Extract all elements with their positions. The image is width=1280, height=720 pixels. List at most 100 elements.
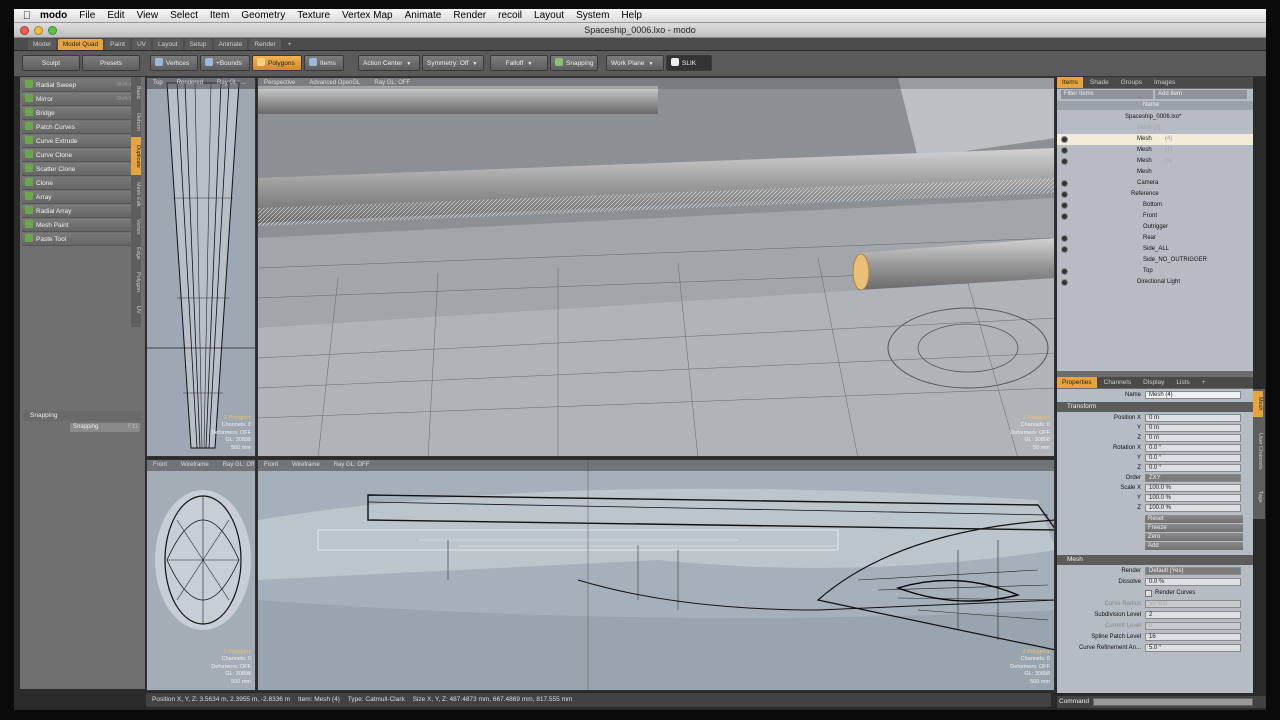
name-column-header[interactable]: Name bbox=[1057, 101, 1253, 110]
raygl-dropdown[interactable]: Ray GL: OFF bbox=[334, 462, 370, 468]
tab-edge[interactable]: Edge bbox=[131, 242, 141, 264]
view-type-dropdown[interactable]: Front bbox=[153, 462, 167, 468]
tab-polygon[interactable]: Polygon bbox=[131, 265, 141, 299]
tool-curve-clone[interactable]: Curve Clone bbox=[22, 149, 136, 162]
menu-geometry[interactable]: Geometry bbox=[241, 10, 285, 21]
tool-radial-sweep[interactable]: Radial Sweep Shift-A bbox=[22, 79, 136, 92]
dissolve-field[interactable]: 0.0 % bbox=[1145, 578, 1241, 586]
spline-patch-level-field[interactable]: 16 bbox=[1145, 633, 1241, 641]
shading-dropdown[interactable]: Wireframe bbox=[181, 462, 209, 468]
add-button[interactable]: Add bbox=[1145, 542, 1243, 550]
tab-uv[interactable]: UV bbox=[131, 300, 141, 320]
visibility-eye-icon[interactable] bbox=[1061, 136, 1068, 143]
tab-paint[interactable]: Paint bbox=[105, 39, 130, 50]
tree-item[interactable]: Rear bbox=[1057, 233, 1253, 244]
tree-item[interactable]: Side_ALL bbox=[1057, 244, 1253, 255]
tool-radial-array[interactable]: Radial Array bbox=[22, 205, 136, 218]
tab-display[interactable]: Display bbox=[1138, 377, 1169, 388]
tree-item[interactable]: Top bbox=[1057, 266, 1253, 277]
command-input[interactable] bbox=[1093, 698, 1253, 706]
raygl-dropdown[interactable]: Ray GL: OFF bbox=[374, 80, 410, 86]
view-type-dropdown[interactable]: Front bbox=[264, 462, 278, 468]
tree-item[interactable]: Mesh (4) bbox=[1057, 134, 1253, 145]
tool-bridge[interactable]: Bridge bbox=[22, 107, 136, 120]
tab-groups[interactable]: Groups bbox=[1116, 77, 1147, 88]
tool-mirror[interactable]: Mirror Shift-V bbox=[22, 93, 136, 106]
tab-setup[interactable]: Setup bbox=[184, 39, 212, 50]
sculpt-button[interactable]: Sculpt bbox=[22, 55, 80, 71]
tab-deform[interactable]: Deform bbox=[131, 108, 141, 136]
add-tab-button[interactable]: + bbox=[283, 39, 297, 50]
rotation-z-field[interactable]: 0.0 ° bbox=[1145, 464, 1241, 472]
add-item-dropdown[interactable]: Add Item bbox=[1155, 90, 1247, 99]
tree-item[interactable]: Mesh bbox=[1057, 167, 1253, 178]
menu-system[interactable]: System bbox=[576, 10, 609, 21]
tab-user-channels[interactable]: User Channels bbox=[1253, 419, 1263, 483]
menu-vertex-map[interactable]: Vertex Map bbox=[342, 10, 393, 21]
menu-texture[interactable]: Texture bbox=[297, 10, 330, 21]
visibility-eye-icon[interactable] bbox=[1061, 158, 1068, 165]
tree-item[interactable]: Mesh (3) bbox=[1057, 156, 1253, 167]
vertices-mode-button[interactable]: Vertices bbox=[150, 55, 198, 71]
view-type-dropdown[interactable]: Perspective bbox=[264, 80, 295, 86]
position-z-field[interactable]: 0 m bbox=[1145, 434, 1241, 442]
menu-animate[interactable]: Animate bbox=[405, 10, 442, 21]
curve-refinement-field[interactable]: 5.0 ° bbox=[1145, 644, 1241, 652]
bounds-mode-button[interactable]: +Bounds bbox=[200, 55, 250, 71]
render-dropdown[interactable]: Default (Yes) bbox=[1145, 567, 1241, 575]
tab-tags[interactable]: Tags bbox=[1253, 485, 1263, 509]
app-name-menu[interactable]: modo bbox=[40, 10, 67, 21]
viewport-front[interactable]: Front Wireframe Ray GL: OFF 2 Polygons Cha… bbox=[257, 459, 1055, 691]
slik-button[interactable]: SLIK bbox=[666, 55, 712, 71]
tab-uv[interactable]: UV bbox=[131, 39, 151, 50]
scale-x-field[interactable]: 100.0 % bbox=[1145, 484, 1241, 492]
visibility-eye-icon[interactable] bbox=[1061, 279, 1068, 286]
name-field[interactable]: Mesh (4) bbox=[1145, 391, 1241, 399]
viewport-top[interactable]: Top Rendered Ray GL: ... 2 Polygons Channe… bbox=[146, 77, 256, 457]
visibility-eye-icon[interactable] bbox=[1061, 191, 1068, 198]
subdivision-level-field[interactable]: 2 bbox=[1145, 611, 1241, 619]
menu-recoil[interactable]: recoil bbox=[498, 10, 522, 21]
tree-item[interactable]: Reference bbox=[1057, 189, 1253, 200]
menu-file[interactable]: File bbox=[79, 10, 95, 21]
scale-y-field[interactable]: 100.0 % bbox=[1145, 494, 1241, 502]
tab-model-quad[interactable]: Model Quad bbox=[57, 39, 104, 50]
add-tab-button[interactable]: + bbox=[1197, 377, 1211, 388]
symmetry-dropdown[interactable]: Symmetry: Off ▼ bbox=[422, 55, 484, 71]
raygl-dropdown[interactable]: Ray GL: Off bbox=[223, 462, 255, 468]
tree-item[interactable]: Front bbox=[1057, 211, 1253, 222]
freeze-button[interactable]: Freeze bbox=[1145, 524, 1243, 532]
tool-curve-extrude[interactable]: Curve Extrude bbox=[22, 135, 136, 148]
zero-button[interactable]: Zero bbox=[1145, 533, 1243, 541]
mesh-section[interactable]: Mesh bbox=[1057, 555, 1253, 565]
tab-items[interactable]: Items bbox=[1057, 77, 1083, 88]
tree-item[interactable]: Mesh (1) bbox=[1057, 145, 1253, 156]
tab-images[interactable]: Images bbox=[1149, 77, 1180, 88]
tab-duplicate[interactable]: Duplicate bbox=[131, 137, 141, 175]
tool-patch-curves[interactable]: Patch Curves bbox=[22, 121, 136, 134]
tree-item[interactable]: Spaceship_0006.lxo* bbox=[1057, 112, 1253, 123]
raygl-dropdown[interactable]: Ray GL: ... bbox=[217, 80, 246, 86]
position-x-field[interactable]: 0 m bbox=[1145, 414, 1241, 422]
tree-item[interactable]: Mesh (2) bbox=[1057, 123, 1253, 134]
snapping-toggle[interactable]: Snapping bbox=[550, 55, 598, 71]
shading-dropdown[interactable]: Rendered bbox=[177, 80, 203, 86]
tool-scatter-clone[interactable]: Scatter Clone bbox=[22, 163, 136, 176]
falloff-dropdown[interactable]: Falloff ▼ bbox=[490, 55, 548, 71]
visibility-eye-icon[interactable] bbox=[1061, 213, 1068, 220]
tab-mesh-edit[interactable]: Mesh Edit bbox=[131, 176, 141, 212]
shading-dropdown[interactable]: Wireframe bbox=[292, 462, 320, 468]
tab-animate[interactable]: Animate bbox=[213, 39, 248, 50]
tree-item[interactable]: Directional Light bbox=[1057, 277, 1253, 288]
viewport-perspective[interactable]: Perspective Advanced OpenGL Ray GL: OFF bbox=[257, 77, 1055, 457]
menu-view[interactable]: View bbox=[137, 10, 159, 21]
tree-item[interactable]: Bottom bbox=[1057, 200, 1253, 211]
curve-radius-field[interactable]: 50 mm bbox=[1145, 600, 1241, 608]
tab-mesh[interactable]: Mesh bbox=[1253, 391, 1263, 417]
scale-z-field[interactable]: 100.0 % bbox=[1145, 504, 1241, 512]
tree-item[interactable]: Camera bbox=[1057, 178, 1253, 189]
tab-properties[interactable]: Properties bbox=[1057, 377, 1097, 388]
visibility-eye-icon[interactable] bbox=[1061, 202, 1068, 209]
presets-button[interactable]: Presets bbox=[82, 55, 140, 71]
zoom-window-button[interactable] bbox=[48, 26, 57, 35]
